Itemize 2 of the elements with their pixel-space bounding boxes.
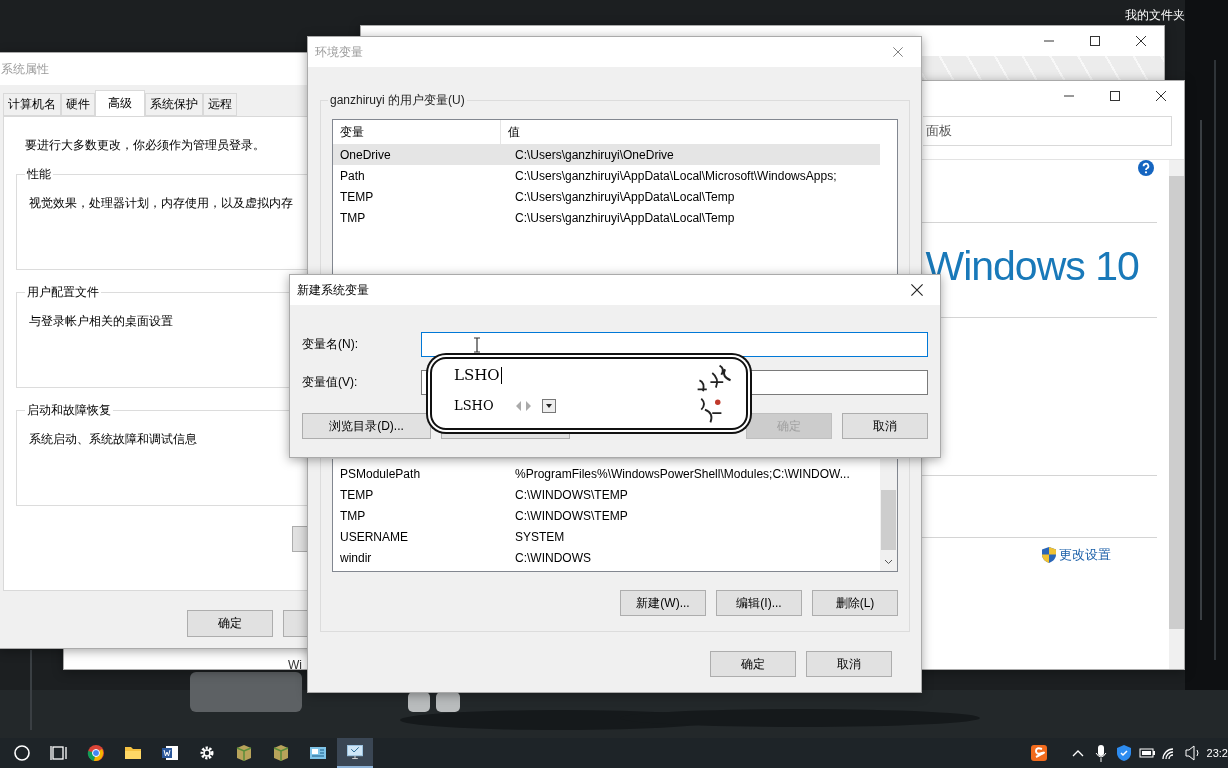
clock-text[interactable]: 23:2 xyxy=(1206,747,1228,759)
monitor-icon[interactable] xyxy=(337,738,373,768)
